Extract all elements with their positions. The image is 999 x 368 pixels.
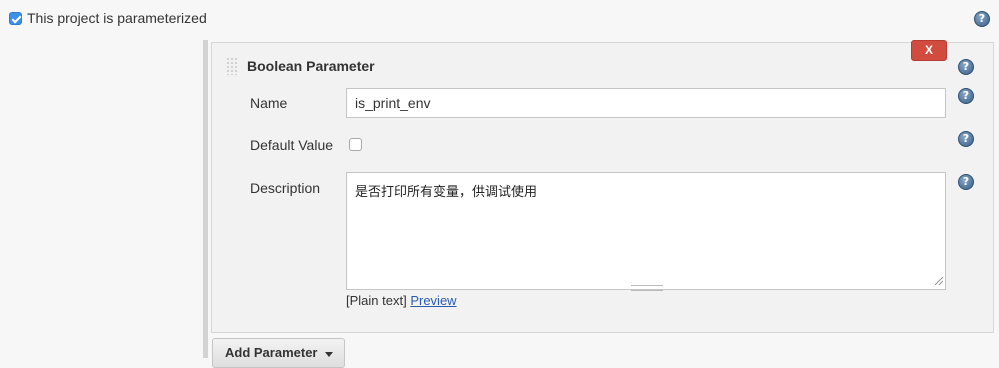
resize-grip-icon[interactable] — [935, 277, 943, 285]
parameterized-checkbox[interactable] — [9, 12, 22, 25]
parameterized-label: This project is parameterized — [27, 10, 207, 26]
name-label: Name — [250, 95, 288, 111]
parameterized-row: This project is parameterized ? — [0, 0, 999, 40]
preview-link[interactable]: Preview — [410, 293, 456, 308]
default-value-label: Default Value — [250, 137, 334, 153]
chevron-down-icon — [325, 352, 333, 357]
description-textarea[interactable]: 是否打印所有变量，供调试使用 — [346, 172, 946, 290]
name-input[interactable] — [346, 88, 946, 118]
default-value-checkbox[interactable] — [349, 138, 362, 151]
textarea-drag-handle[interactable] — [631, 285, 663, 291]
help-icon[interactable]: ? — [958, 88, 974, 104]
help-icon[interactable]: ? — [974, 11, 990, 27]
indent-bar — [203, 40, 208, 358]
help-icon[interactable]: ? — [958, 131, 974, 147]
parameter-title: Boolean Parameter — [247, 58, 375, 74]
help-icon[interactable]: ? — [958, 59, 974, 75]
help-icon[interactable]: ? — [958, 174, 974, 190]
delete-parameter-button[interactable]: X — [911, 40, 947, 61]
format-label: [Plain text] — [346, 293, 407, 308]
drag-grip-icon[interactable] — [226, 57, 238, 75]
description-label: Description — [250, 180, 321, 196]
format-line: [Plain text] Preview — [346, 293, 457, 308]
